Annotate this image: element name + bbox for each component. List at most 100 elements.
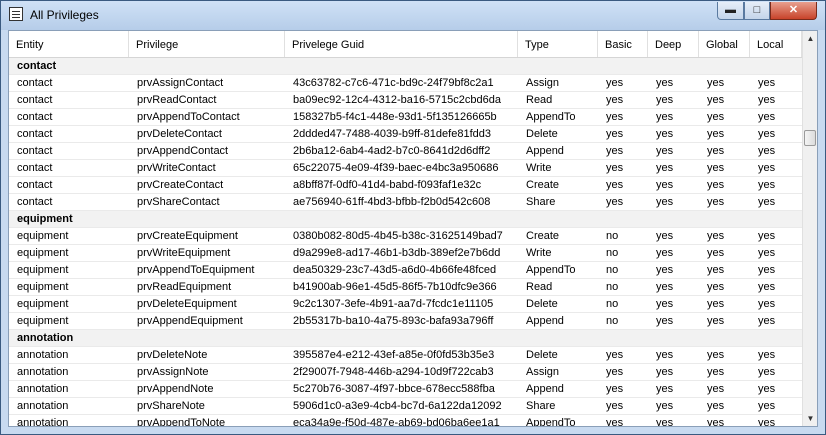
table-row[interactable]: contact prvShareContact ae756940-61ff-4bd3… <box>9 194 802 211</box>
cell-guid: 0380b082-80d5-4b45-b38c-31625149bad7 <box>293 230 503 242</box>
cell-privilege: prvReadContact <box>137 94 217 106</box>
cell-global: yes <box>707 145 725 157</box>
table-row[interactable]: contact prvReadContact ba09ec92-12c4-4312-… <box>9 92 802 109</box>
cell-basic: no <box>606 230 619 242</box>
table-row[interactable]: equipment prvDeleteEquipment 9c2c1307-3efe… <box>9 296 802 313</box>
table-row[interactable]: annotation prvShareNote 5906d1c0-a3e9-4cb4… <box>9 398 802 415</box>
cell-entity: contact <box>17 94 53 106</box>
column-header-basic[interactable]: Basic <box>598 31 648 57</box>
maximize-button[interactable]: □ <box>744 2 770 20</box>
group-header-2[interactable]: annotation <box>9 330 802 347</box>
cell-guid: 5906d1c0-a3e9-4cb4-bc7d-6a122da12092 <box>293 400 502 412</box>
cell-basic: no <box>606 247 619 259</box>
cell-deep: yes <box>656 128 674 140</box>
table-row[interactable]: annotation prvAppendToNote eca34a9e-f50d-4… <box>9 415 802 427</box>
cell-basic: yes <box>606 162 624 174</box>
table-row[interactable]: equipment prvReadEquipment b41900ab-96e1-4… <box>9 279 802 296</box>
cell-global: yes <box>707 230 725 242</box>
cell-deep: yes <box>656 298 674 310</box>
cell-global: yes <box>707 383 725 395</box>
table-row[interactable]: contact prvAssignContact 43c63782-c7c6-471… <box>9 75 802 92</box>
cell-global: yes <box>707 298 725 310</box>
cell-type: AppendTo <box>526 264 576 276</box>
cell-deep: yes <box>656 383 674 395</box>
scroll-up-arrow[interactable]: ▲ <box>803 31 817 46</box>
cell-basic: yes <box>606 145 624 157</box>
cell-privilege: prvAssignContact <box>137 77 224 89</box>
table-row[interactable]: equipment prvCreateEquipment 0380b082-80d5… <box>9 228 802 245</box>
cell-deep: yes <box>656 264 674 276</box>
table-row[interactable]: contact prvWriteContact 65c22075-4e09-4f39… <box>9 160 802 177</box>
cell-local: yes <box>758 298 776 310</box>
column-header-guid[interactable]: Privelege Guid <box>285 31 518 57</box>
cell-basic: yes <box>606 400 624 412</box>
table-row[interactable]: annotation prvAssignNote 2f29007f-7948-446… <box>9 364 802 381</box>
cell-basic: no <box>606 315 619 327</box>
cell-global: yes <box>707 366 725 378</box>
cell-deep: yes <box>656 349 674 361</box>
cell-global: yes <box>707 264 725 276</box>
cell-global: yes <box>707 281 725 293</box>
table-row[interactable]: equipment prvAppendEquipment 2b55317b-ba10… <box>9 313 802 330</box>
privileges-grid: Entity Privilege Privelege Guid Type Basic De… <box>8 30 818 427</box>
cell-privilege: prvAppendContact <box>137 145 229 157</box>
cell-type: Create <box>526 230 560 242</box>
cell-local: yes <box>758 145 776 157</box>
column-header-entity[interactable]: Entity <box>9 31 129 57</box>
cell-guid: b41900ab-96e1-45d5-86f5-7b10dfc9e366 <box>293 281 497 293</box>
vertical-scrollbar[interactable]: ▲ ▼ <box>802 31 817 426</box>
cell-guid: ba09ec92-12c4-4312-ba16-5715c2cbd6da <box>293 94 501 106</box>
cell-privilege: prvCreateContact <box>137 179 224 191</box>
group-label: annotation <box>17 332 74 344</box>
table-row[interactable]: contact prvAppendContact 2b6ba12-6ab4-4ad2… <box>9 143 802 160</box>
cell-entity: contact <box>17 162 53 174</box>
cell-type: Delete <box>526 298 558 310</box>
cell-privilege: prvAssignNote <box>137 366 209 378</box>
table-row[interactable]: contact prvCreateContact a8bff87f-0df0-41d… <box>9 177 802 194</box>
table-row[interactable]: annotation prvAppendNote 5c270b76-3087-4f9… <box>9 381 802 398</box>
cell-guid: 158327b5-f4c1-448e-93d1-5f135126665b <box>293 111 497 123</box>
cell-deep: yes <box>656 77 674 89</box>
cell-basic: yes <box>606 366 624 378</box>
scroll-thumb[interactable] <box>804 130 816 146</box>
list-icon <box>9 7 23 21</box>
cell-local: yes <box>758 128 776 140</box>
cell-privilege: prvAppendToEquipment <box>137 264 255 276</box>
cell-type: Delete <box>526 128 558 140</box>
table-row[interactable]: contact prvAppendToContact 158327b5-f4c1-4… <box>9 109 802 126</box>
column-header-local[interactable]: Local <box>750 31 802 57</box>
column-header-privilege[interactable]: Privilege <box>129 31 285 57</box>
cell-entity: annotation <box>17 400 69 412</box>
cell-type: Assign <box>526 366 560 378</box>
table-row[interactable]: annotation prvDeleteNote 395587e4-e212-43e… <box>9 347 802 364</box>
group-header-1[interactable]: equipment <box>9 211 802 228</box>
cell-local: yes <box>758 315 776 327</box>
column-header-deep[interactable]: Deep <box>648 31 699 57</box>
cell-local: yes <box>758 281 776 293</box>
column-header-global[interactable]: Global <box>699 31 750 57</box>
cell-entity: annotation <box>17 383 69 395</box>
scroll-down-arrow[interactable]: ▼ <box>803 411 817 426</box>
table-row[interactable]: contact prvDeleteContact 2ddded47-7488-403… <box>9 126 802 143</box>
cell-entity: annotation <box>17 349 69 361</box>
cell-type: AppendTo <box>526 111 576 123</box>
cell-deep: yes <box>656 230 674 242</box>
cell-basic: no <box>606 264 619 276</box>
cell-local: yes <box>758 417 776 427</box>
cell-global: yes <box>707 349 725 361</box>
cell-entity: contact <box>17 179 53 191</box>
column-header-type[interactable]: Type <box>518 31 598 57</box>
title-bar[interactable]: All Privileges ▬ □ ✕ <box>1 1 825 30</box>
cell-deep: yes <box>656 315 674 327</box>
cell-deep: yes <box>656 366 674 378</box>
cell-local: yes <box>758 349 776 361</box>
cell-entity: equipment <box>17 298 69 310</box>
cell-entity: equipment <box>17 315 69 327</box>
table-row[interactable]: equipment prvWriteEquipment d9a299e8-ad17-… <box>9 245 802 262</box>
cell-global: yes <box>707 196 725 208</box>
group-header-0[interactable]: contact <box>9 58 802 75</box>
table-row[interactable]: equipment prvAppendToEquipment dea50329-23… <box>9 262 802 279</box>
cell-entity: annotation <box>17 366 69 378</box>
close-button[interactable]: ✕ <box>770 2 817 20</box>
minimize-button[interactable]: ▬ <box>717 2 744 20</box>
